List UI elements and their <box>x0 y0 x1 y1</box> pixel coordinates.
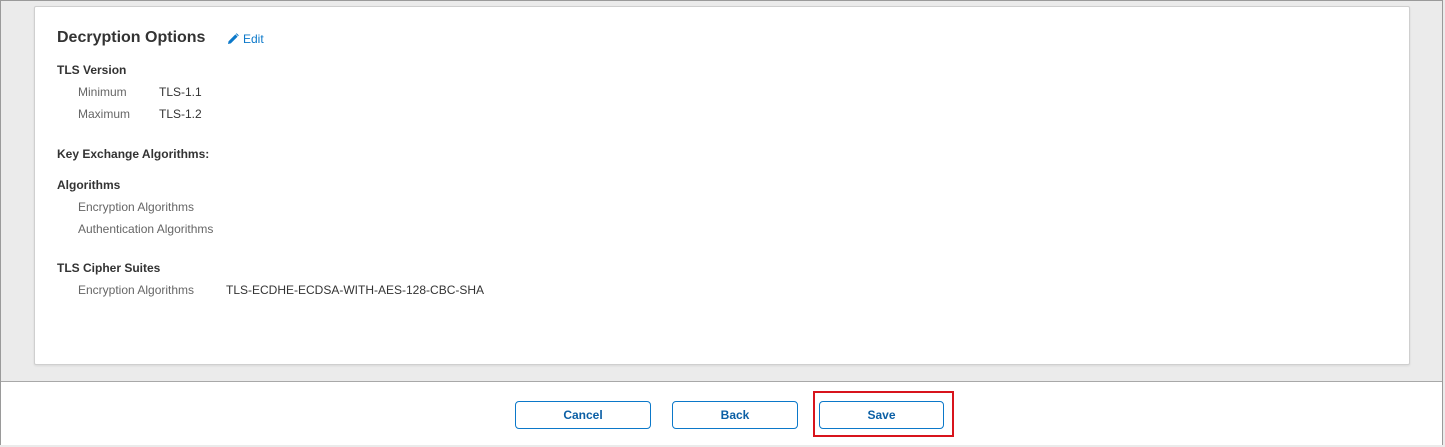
back-button[interactable]: Back <box>672 401 798 429</box>
wizard-footer: Cancel Back Save <box>1 381 1442 445</box>
encryption-algorithms-label: Encryption Algorithms <box>78 200 195 214</box>
edit-label: Edit <box>243 32 264 46</box>
cipher-encryption-value: TLS-ECDHE-ECDSA-WITH-AES-128-CBC-SHA <box>226 283 485 297</box>
tls-minimum-label: Minimum <box>78 85 127 99</box>
tls-version-label: TLS Version <box>57 63 127 77</box>
authentication-algorithms-label: Authentication Algorithms <box>78 222 214 236</box>
algorithms-label: Algorithms <box>57 178 121 192</box>
section-title: Decryption Options <box>57 29 206 46</box>
decryption-options-card: Decryption Options Edit TLS Version Mini… <box>34 6 1410 365</box>
tls-maximum-label: Maximum <box>78 107 131 121</box>
save-button[interactable]: Save <box>819 401 944 429</box>
pencil-icon <box>227 33 239 45</box>
cipher-encryption-label: Encryption Algorithms <box>78 283 195 297</box>
edit-link[interactable]: Edit <box>227 32 264 46</box>
tls-minimum-value: TLS-1.1 <box>159 85 202 99</box>
tls-maximum-value: TLS-1.2 <box>159 107 202 121</box>
cancel-button[interactable]: Cancel <box>515 401 651 429</box>
key-exchange-label: Key Exchange Algorithms: <box>57 147 210 161</box>
cipher-suites-label: TLS Cipher Suites <box>57 261 161 275</box>
